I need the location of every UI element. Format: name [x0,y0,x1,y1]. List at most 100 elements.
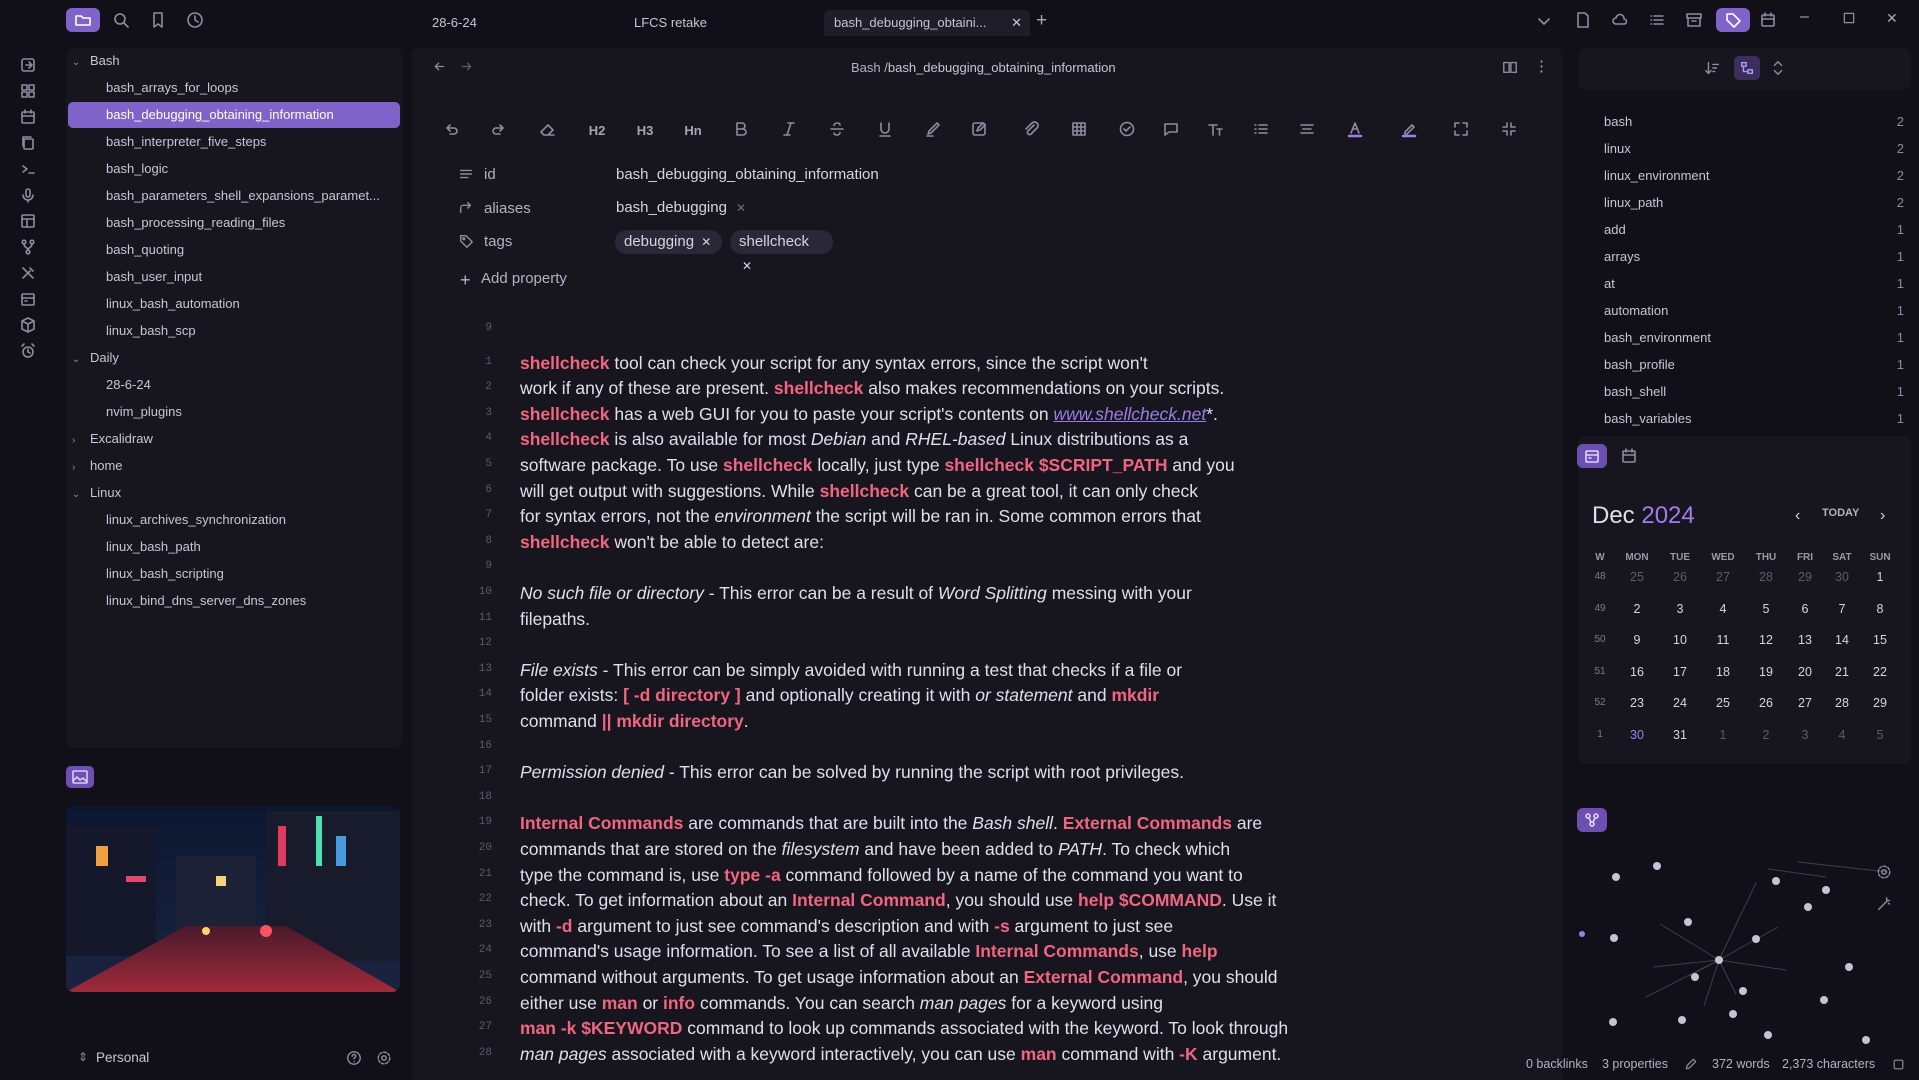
tags-view-button[interactable] [1716,8,1750,32]
calendar-day[interactable]: 24 [1662,696,1698,710]
editor-line[interactable]: shellcheck tool can check your script fo… [520,352,1148,374]
editor-line[interactable]: shellcheck is also available for most De… [520,428,1188,450]
calendar-day[interactable]: 18 [1705,665,1741,679]
calendar-day[interactable]: 12 [1748,633,1784,647]
editor-line[interactable]: type the command is, use type -a command… [520,864,1243,886]
editor-line[interactable]: folder exists: [ -d directory ] and opti… [520,684,1159,706]
bookmark-icon[interactable] [149,11,167,29]
calendar-day[interactable]: 25 [1619,570,1655,584]
calendar-day-icon[interactable] [19,290,37,308]
highlighter-icon[interactable] [924,120,946,142]
redo-icon[interactable] [490,120,512,142]
folder-excalidraw[interactable]: › Excalidraw [72,426,402,452]
breadcrumb-file[interactable]: bash_debugging_obtaining_information [888,60,1116,75]
editor-line[interactable]: for syntax errors, not the environment t… [520,505,1201,527]
editor-line[interactable]: command || mkdir directory. [520,710,749,732]
tag-item[interactable]: arrays 1 [1604,246,1904,268]
edit-mode-icon[interactable] [1684,1057,1698,1071]
editor-line[interactable]: filepaths. [520,608,590,630]
file-item[interactable]: bash_interpreter_five_steps [106,129,396,155]
eraser-icon[interactable] [538,120,560,142]
strikethrough-icon[interactable] [828,120,850,142]
calendar-day[interactable]: 28 [1824,696,1860,710]
tag-item[interactable]: linux_environment 2 [1604,165,1904,187]
calendar-day[interactable]: 2 [1619,602,1655,616]
calendar-day[interactable]: 4 [1705,602,1741,616]
remove-tag-icon[interactable]: ✕ [742,259,752,273]
file-item[interactable]: bash_parameters_shell_expansions_paramet… [106,183,396,209]
back-arrow-icon[interactable] [432,59,447,74]
settings-icon[interactable] [376,1050,392,1066]
calendar-day[interactable]: 9 [1619,633,1655,647]
tab-lfcs-retake[interactable]: LFCS retake [634,10,707,36]
sort-icon[interactable] [1704,60,1720,76]
editor-line[interactable]: File exists - This error can be simply a… [520,659,1182,681]
align-icon[interactable] [1298,120,1320,142]
tree-view-toggle[interactable] [1734,56,1760,80]
list-icon[interactable] [1648,11,1666,29]
sync-status-icon[interactable] [1892,1058,1905,1071]
tab-list-chevron-icon[interactable] [1535,12,1553,30]
folder-bash[interactable]: ⌄ Bash [72,48,402,74]
italic-icon[interactable] [780,120,802,142]
today-button[interactable]: TODAY [1822,507,1859,519]
file-item[interactable]: nvim_plugins [106,399,396,425]
vault-name[interactable]: Personal [96,1050,149,1065]
fullscreen-icon[interactable] [1452,120,1474,142]
property-value-aliases[interactable]: bash_debugging [616,199,727,216]
chevron-right-icon[interactable]: › [72,455,90,479]
calendar-day[interactable]: 13 [1787,633,1823,647]
window-close-icon[interactable]: ✕ [1886,10,1898,27]
tag-item[interactable]: linux 2 [1604,138,1904,160]
calendar-day[interactable]: 28 [1748,570,1784,584]
heading-n-button[interactable]: Hn [682,120,704,142]
chevron-down-icon[interactable]: ⌄ [72,50,90,74]
tag-item[interactable]: at 1 [1604,273,1904,295]
dashboard-icon[interactable] [19,82,37,100]
undo-icon[interactable] [442,120,464,142]
tag-item[interactable]: linux_path 2 [1604,192,1904,214]
text-color-icon[interactable] [1346,120,1368,142]
editor-line[interactable]: software package. To use shellcheck loca… [520,454,1235,476]
file-item[interactable]: linux_bind_dns_server_dns_zones [106,588,396,614]
file-item[interactable]: linux_bash_scripting [106,561,396,587]
calendar-day[interactable]: 10 [1662,633,1698,647]
editor-line[interactable]: No such file or directory - This error c… [520,582,1192,604]
chevron-down-icon[interactable]: ⌄ [72,347,90,371]
tag-item[interactable]: bash_variables 1 [1604,408,1904,430]
next-month-icon[interactable]: › [1880,507,1885,525]
calendar-day[interactable]: 17 [1662,665,1698,679]
editor-line[interactable]: man -k $KEYWORD command to look up comma… [520,1017,1288,1039]
editor-line[interactable]: command's usage information. To see a li… [520,940,1218,962]
tag-item[interactable]: bash_profile 1 [1604,354,1904,376]
copy-icon[interactable] [19,134,37,152]
calendar-day[interactable]: 6 [1787,602,1823,616]
tag-item[interactable]: bash_environment 1 [1604,327,1904,349]
minimize-icon[interactable]: – [1800,8,1809,26]
remove-alias-icon[interactable]: ✕ [736,201,746,215]
search-icon[interactable] [112,11,130,29]
calendar-day[interactable]: 3 [1787,728,1823,742]
calendar-icon[interactable] [19,108,37,126]
terminal-icon[interactable] [19,160,37,178]
tools-icon[interactable] [19,264,37,282]
recent-files-icon[interactable] [186,11,204,29]
calendar-day[interactable]: 19 [1748,665,1784,679]
task-check-icon[interactable] [1118,120,1140,142]
editor-line[interactable]: Permission denied - This error can be so… [520,761,1184,783]
calendar-day[interactable]: 4 [1824,728,1860,742]
background-color-icon[interactable] [1400,120,1422,142]
calendar-day[interactable]: 22 [1862,665,1898,679]
attachment-icon[interactable] [1022,120,1044,142]
add-property-icon[interactable]: + [460,270,471,291]
editor-line[interactable]: either use man or info commands. You can… [520,992,1163,1014]
editor-line[interactable]: Internal Commands are commands that are … [520,812,1262,834]
graph-view-icon[interactable] [1577,808,1607,832]
external-link[interactable]: www.shellcheck.net [1053,404,1206,424]
file-item[interactable]: bash_processing_reading_files [106,210,396,236]
tag-item[interactable]: add 1 [1604,219,1904,241]
add-property-button[interactable]: Add property [481,270,567,287]
more-options-icon[interactable]: ⋮ [1534,57,1549,75]
property-value-id[interactable]: bash_debugging_obtaining_information [616,166,879,183]
status-backlinks[interactable]: 0 backlinks [1526,1057,1588,1071]
